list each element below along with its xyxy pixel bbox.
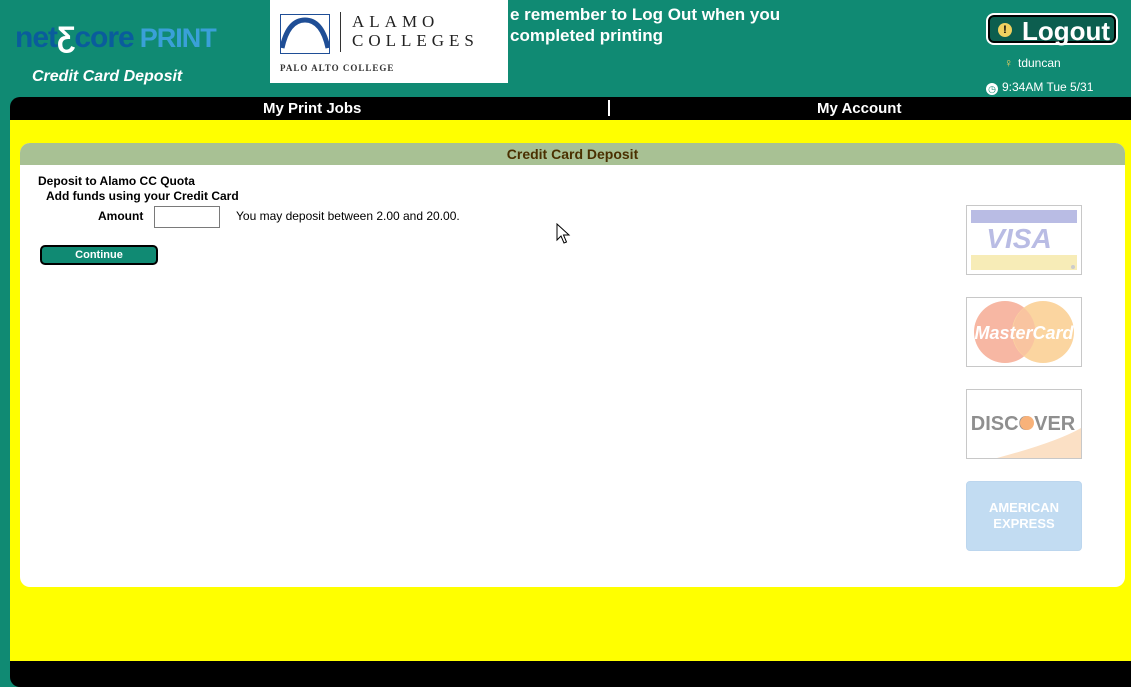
nav-my-print-jobs[interactable]: My Print Jobs (263, 100, 361, 117)
notice-line-1: e remember to Log Out when you (510, 5, 781, 24)
american-express-logo: AMERICAN EXPRESS (966, 481, 1082, 551)
visa-logo: VISA (966, 205, 1082, 275)
visa-text: VISA (986, 223, 1051, 254)
college-name-line2: COLLEGES (352, 31, 479, 50)
college-campus: PALO ALTO COLLEGE (280, 63, 395, 73)
arch-icon (280, 14, 330, 54)
discover-logo: DISCOVER (966, 389, 1082, 459)
amex-text-line1: AMERICAN (989, 500, 1059, 515)
logout-notice: e remember to Log Out when you completed… (510, 4, 840, 46)
panel-header: Credit Card Deposit (20, 143, 1125, 165)
main-nav: My Print Jobs My Account (10, 97, 1131, 120)
clock-icon: ◷ (986, 83, 998, 95)
user-icon: ♀ (1004, 56, 1013, 70)
add-funds-label: Add funds using your Credit Card (46, 189, 239, 203)
header: netƸcore PRINT Credit Card Deposit ALAMO … (0, 0, 1131, 95)
logo-divider (340, 12, 341, 52)
time-info: ◷ 9:34AM Tue 5/31 (986, 80, 1093, 95)
page-subtitle: Credit Card Deposit (32, 68, 183, 85)
nav-separator (608, 100, 610, 116)
mastercard-logo: MasterCard (966, 297, 1082, 367)
swirl-icon: Ƹ (57, 21, 75, 54)
amex-text-line2: EXPRESS (993, 516, 1055, 531)
college-logo: ALAMO COLLEGES PALO ALTO COLLEGE (270, 0, 508, 83)
continue-button[interactable]: Continue (40, 245, 158, 265)
deposit-title: Deposit to Alamo CC Quota (38, 174, 195, 188)
amount-hint: You may deposit between 2.00 and 20.00. (236, 209, 460, 223)
notice-line-2: completed printing (510, 26, 663, 45)
deposit-panel: Credit Card Deposit Deposit to Alamo CC … (20, 143, 1125, 587)
mastercard-text: MasterCard (974, 323, 1074, 343)
mouse-cursor-icon (556, 223, 571, 244)
amount-label: Amount (98, 209, 144, 223)
college-name-line1: ALAMO (352, 12, 440, 31)
username: tduncan (1018, 56, 1061, 70)
nav-my-account[interactable]: My Account (817, 100, 901, 117)
netxcore-print-logo: netƸcore PRINT (15, 21, 217, 54)
amount-input[interactable] (154, 206, 220, 228)
current-time: 9:34AM Tue 5/31 (1002, 80, 1094, 94)
logout-icon: ! (998, 23, 1012, 38)
logout-button[interactable]: ! Logout (986, 13, 1118, 46)
user-info: ♀ tduncan (1004, 56, 1061, 70)
footer-bar (10, 661, 1131, 687)
